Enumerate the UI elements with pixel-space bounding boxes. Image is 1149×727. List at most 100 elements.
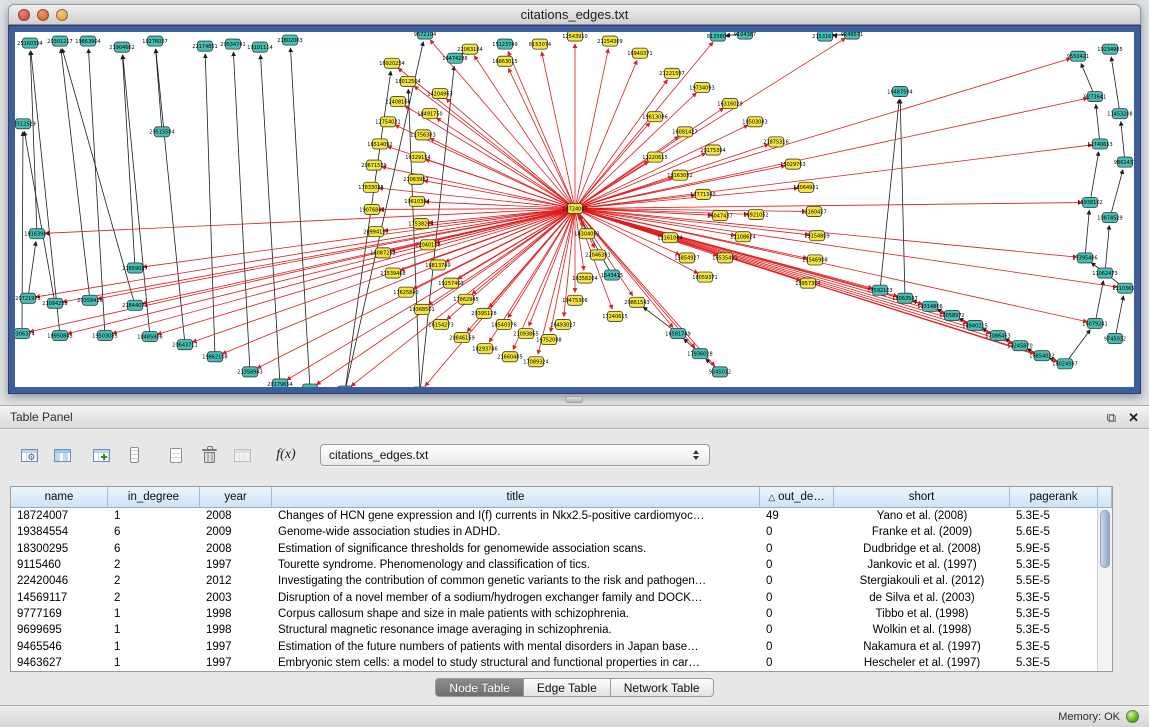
table-row[interactable]: 1938455462009Genome-wide association stu…	[11, 524, 1112, 540]
graph-edge-black	[1115, 296, 1123, 339]
status-bar: Memory: OK	[0, 705, 1149, 727]
graph-node-label: 18063547	[892, 296, 917, 302]
cell-in_degree: 1	[108, 638, 200, 654]
import-table-button[interactable]	[229, 443, 255, 467]
table-panel: Table Panel ⧉ ✕ ⚙ ✚ f(x) c	[0, 405, 1149, 705]
tab-network-table[interactable]: Network Table	[611, 678, 714, 697]
column-header-out_degree[interactable]: △out_de…	[760, 487, 834, 508]
cell-title: Investigating the contribution of common…	[272, 573, 760, 589]
minimize-window-button[interactable]	[37, 9, 49, 21]
graph-node-label: 18950845	[47, 333, 72, 339]
close-window-button[interactable]	[18, 9, 30, 21]
graph-node-label: 19154809	[804, 234, 829, 240]
cell-short: Hescheler et al. (1997)	[834, 655, 1010, 671]
graph-node-label: 21660485	[497, 355, 522, 361]
graph-edge-red	[575, 203, 1082, 209]
tab-node-table[interactable]: Node Table	[435, 678, 524, 697]
table-row[interactable]: 946362711997Embryonic stem cells: a mode…	[11, 655, 1112, 671]
cell-title: Disruption of a novel member of a sodium…	[272, 589, 760, 605]
window-titlebar[interactable]: citations_edges.txt	[8, 4, 1141, 25]
graph-node-label: 20301217	[47, 39, 72, 45]
graph-node-label: 19368501	[409, 307, 434, 313]
column-header-name[interactable]: name	[11, 487, 108, 508]
graph-node-label: 12754031	[375, 120, 400, 126]
scrollbar-thumb[interactable]	[1100, 510, 1110, 568]
graph-node-label: 22174851	[192, 44, 217, 50]
cell-name: 22420046	[11, 573, 108, 589]
graph-node-label: 21221597	[659, 71, 684, 77]
close-panel-icon[interactable]: ✕	[1128, 411, 1139, 424]
cell-in_degree: 2	[108, 557, 200, 573]
table-row[interactable]: 969969511998Structural magnetic resonanc…	[11, 622, 1112, 638]
graph-node-label: 20534741	[220, 42, 245, 48]
graph-node-label: 20861543	[624, 300, 649, 306]
graph-node-label: 16854032	[1029, 354, 1054, 360]
zoom-window-button[interactable]	[56, 9, 68, 21]
graph-node-label: 21531672	[812, 34, 837, 40]
column-header-year[interactable]: year	[200, 487, 272, 508]
graph-node-label: 21539468	[380, 271, 405, 277]
graph-node-label: 19862108	[202, 355, 227, 361]
tab-edge-table[interactable]: Edge Table	[524, 678, 611, 697]
graph-edge-black	[1121, 122, 1125, 162]
graph-node-label: 16921052	[743, 212, 768, 218]
cell-year: 2003	[200, 589, 272, 605]
graph-edge-black	[345, 42, 423, 387]
graph-node-label: 25160394	[17, 41, 42, 47]
graph-node-label: 9104367	[734, 32, 756, 38]
network-canvas[interactable]: 1872400725160394203012171986390421904662…	[15, 32, 1134, 387]
show-columns-button[interactable]	[49, 443, 75, 467]
graph-node-label: 16087253	[370, 251, 395, 257]
column-header-title[interactable]: title	[272, 487, 760, 508]
table-selector-value: citations_edges.txt	[329, 448, 428, 462]
cell-short: Stergiakouli et al. (2012)	[834, 573, 1010, 589]
table-toolbar: ⚙ ✚ f(x) citations_edges.txt	[0, 429, 1149, 471]
graph-node-label: 20671539	[361, 163, 386, 169]
cell-pagerank: 5.6E-5	[1010, 524, 1098, 540]
graph-node[interactable]	[338, 386, 353, 387]
table-row[interactable]: 1872400712008Changes of HCN gene express…	[11, 508, 1112, 524]
graph-edge-red	[143, 208, 575, 303]
row-options-button[interactable]	[121, 443, 147, 467]
graph-node-label: 18304052	[574, 232, 599, 238]
cell-name: 9465546	[11, 638, 108, 654]
table-row[interactable]: 1830029562008Estimation of significance …	[11, 541, 1112, 557]
column-header-pagerank[interactable]: pagerank	[1010, 487, 1098, 508]
create-column-button[interactable]: ✚	[88, 443, 114, 467]
function-builder-button[interactable]: f(x)	[273, 443, 299, 467]
cell-in_degree: 1	[108, 508, 200, 524]
float-panel-icon[interactable]: ⧉	[1107, 411, 1116, 424]
panel-divider-grip[interactable]	[565, 396, 583, 403]
graph-edge-black	[233, 52, 250, 372]
table-row[interactable]: 977716911998Corpus callosum shape and si…	[11, 606, 1112, 622]
graph-edge-red	[158, 208, 575, 334]
graph-node-label: 20846159	[449, 335, 474, 341]
sort-ascending-icon: △	[768, 492, 775, 503]
graph-edge-red	[542, 52, 575, 209]
table-row[interactable]: 911546021997Tourette syndrome. Phenomeno…	[11, 557, 1112, 573]
table-mode-button[interactable]: ⚙	[16, 443, 42, 467]
graph-edge-red	[425, 202, 575, 209]
table-row[interactable]: 1456911722003Disruption of a novel membe…	[11, 589, 1112, 605]
graph-node-label: 19613086	[642, 115, 667, 121]
graph-node-label: 10234985	[1097, 47, 1122, 53]
table-scrollbar[interactable]	[1097, 508, 1112, 671]
new-table-button[interactable]	[163, 443, 189, 467]
cell-out_degree: 0	[760, 622, 834, 638]
cell-out_degree: 0	[760, 557, 834, 573]
graph-node-label: 17625840	[393, 290, 418, 296]
column-header-short[interactable]: short	[834, 487, 1010, 508]
table-selector[interactable]: citations_edges.txt	[320, 444, 710, 466]
graph-node-label: 20179654	[267, 382, 292, 387]
delete-button[interactable]	[196, 443, 222, 467]
graph-node-label: 8133804	[707, 34, 729, 40]
cell-out_degree: 0	[760, 524, 834, 540]
table-row[interactable]: 946554611997Estimation of the future num…	[11, 638, 1112, 654]
cell-name: 19384554	[11, 524, 108, 540]
window-title: citations_edges.txt	[9, 7, 1140, 22]
graph-node-label: 21844071	[122, 303, 147, 309]
column-header-label: short	[909, 491, 935, 503]
table-row[interactable]: 2242004622012Investigating the contribut…	[11, 573, 1112, 589]
graph-node-label: 11453208	[1107, 111, 1132, 117]
column-header-in_degree[interactable]: in_degree	[108, 487, 200, 508]
